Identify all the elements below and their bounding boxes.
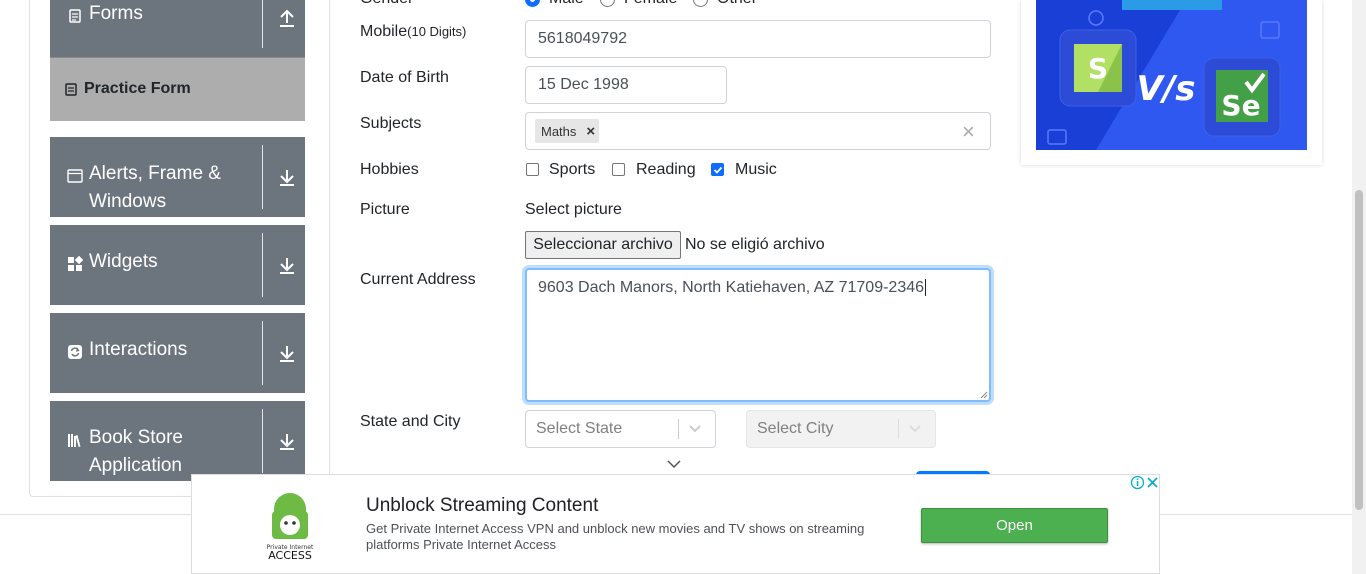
dob-input[interactable]: 15 Dec 1998 [525, 66, 727, 104]
scroll-down-chevron-icon[interactable] [667, 459, 681, 469]
hobbies-label: Hobbies [360, 161, 419, 178]
sidebar-group-alerts[interactable]: Alerts, Frame & Windows [50, 137, 305, 217]
gender-label: Gender [360, 0, 413, 8]
resize-handle-icon[interactable] [980, 391, 988, 399]
state-city-label: State and City [360, 413, 461, 430]
scrollbar-thumb[interactable] [1355, 190, 1363, 510]
gender-option-label: Male [549, 0, 584, 8]
group-separator [262, 0, 263, 48]
chevron-down-icon [909, 425, 921, 433]
arrow-down-icon[interactable] [278, 431, 296, 451]
dob-label: Date of Birth [360, 69, 449, 86]
mobile-label-text: Mobile [360, 23, 408, 40]
ad-open-button[interactable]: Open [921, 508, 1108, 543]
sidebar-group-label: Forms [89, 3, 143, 24]
pia-brand: ACCESS [268, 549, 312, 561]
chevron-down-icon [689, 425, 701, 433]
picture-label: Picture [360, 201, 410, 218]
sidebar-item-label: Practice Form [84, 80, 191, 97]
sidebar-divider [329, 0, 330, 497]
hobby-label: Sports [549, 161, 596, 178]
group-separator [262, 409, 263, 473]
sidebar-group-label: Widgets [89, 251, 158, 272]
ad-body-line2: platforms Private Internet Access [366, 537, 557, 552]
mobile-input[interactable]: 5618049792 [525, 20, 991, 58]
file-status: No se eligió archivo [685, 236, 825, 253]
window-icon [67, 169, 83, 183]
mobile-hint: (10 Digits) [407, 24, 467, 39]
subject-tag-label: Maths [541, 123, 577, 139]
checkmark-icon [713, 166, 723, 174]
state-placeholder: Select State [536, 420, 623, 437]
remove-tag-icon[interactable]: × [586, 123, 595, 140]
sidebar-group-book-store[interactable]: Book Store Application [50, 401, 305, 481]
banner-ad-frame[interactable]: S V/s Se [1021, 0, 1322, 165]
bottom-ad[interactable]: Private Internet ACCESS Unblock Streamin… [191, 474, 1160, 574]
group-separator [262, 145, 263, 209]
banner-vs-text: V/s [1137, 69, 1196, 109]
ad-headline[interactable]: Unblock Streaming Content [366, 495, 598, 517]
sidebar-group-label: Interactions [89, 339, 188, 360]
group-separator [262, 233, 263, 297]
mobile-label: Mobile(10 Digits) [360, 23, 466, 41]
select-picture-label: Select picture [525, 201, 622, 218]
arrow-up-icon[interactable] [278, 8, 296, 28]
sidebar-group-label: Alerts, Frame & [89, 163, 221, 184]
gender-option-label: Female [624, 0, 677, 8]
sidebar-group-label-line2: Application [89, 455, 182, 476]
sidebar-group-interactions[interactable]: Interactions [50, 313, 305, 393]
hobby-checkbox-sports[interactable] [526, 163, 539, 176]
current-address-textarea[interactable]: 9603 Dach Manors, North Katiehaven, AZ 7… [525, 268, 991, 402]
hobby-checkbox-reading[interactable] [612, 163, 625, 176]
banner-right-letter: Se [1221, 89, 1260, 122]
document-icon [69, 9, 81, 23]
text-caret [925, 279, 927, 296]
arrow-down-icon[interactable] [278, 167, 296, 187]
subjects-label: Subjects [360, 115, 422, 132]
address-label: Current Address [360, 271, 476, 288]
sidebar-group-label: Book Store [89, 427, 183, 448]
sidebar-group-widgets[interactable]: Widgets [50, 225, 305, 305]
ad-body-line1: Get Private Internet Access VPN and unbl… [366, 521, 865, 536]
books-icon [68, 434, 81, 448]
subject-tag: Maths × [535, 119, 600, 143]
hobby-checkbox-music[interactable] [711, 163, 724, 176]
address-text: 9603 Dach Manors, North Katiehaven, AZ 7… [538, 279, 925, 296]
ad-close-icon[interactable] [1145, 475, 1160, 490]
widgets-icon [68, 256, 83, 271]
gender-radio-male[interactable] [525, 0, 540, 7]
arrow-down-icon[interactable] [278, 255, 296, 275]
pia-logo: Private Internet ACCESS [267, 493, 314, 561]
page-scrollbar[interactable] [1352, 0, 1366, 574]
sidebar-item-practice-form[interactable]: Practice Form [50, 57, 305, 121]
ad-body: Get Private Internet Access VPN and unbl… [366, 521, 864, 553]
sidebar-group-label-line2: Windows [89, 191, 167, 212]
ad-info-icon[interactable] [1130, 475, 1145, 490]
city-placeholder: Select City [757, 420, 834, 437]
clear-icon[interactable]: × [962, 119, 975, 145]
group-separator [262, 321, 263, 385]
hobby-label: Reading [636, 161, 696, 178]
form-icon [65, 83, 77, 96]
banner-left-letter: S [1088, 52, 1108, 85]
arrow-down-icon[interactable] [278, 343, 296, 363]
hobby-label: Music [735, 161, 777, 178]
subjects-input[interactable]: Maths × × [525, 112, 991, 150]
gender-option-label: Other [717, 0, 757, 8]
interactions-icon [68, 345, 82, 359]
gender-radio-other[interactable] [693, 0, 708, 7]
gender-radio-female[interactable] [600, 0, 615, 7]
selenium-vs-banner[interactable]: S V/s Se [1036, 0, 1307, 150]
choose-file-button[interactable]: Seleccionar archivo [525, 231, 681, 259]
city-select[interactable]: Select City [746, 410, 936, 448]
state-select[interactable]: Select State [525, 410, 716, 448]
sidebar-group-forms[interactable]: Forms [50, 0, 305, 57]
